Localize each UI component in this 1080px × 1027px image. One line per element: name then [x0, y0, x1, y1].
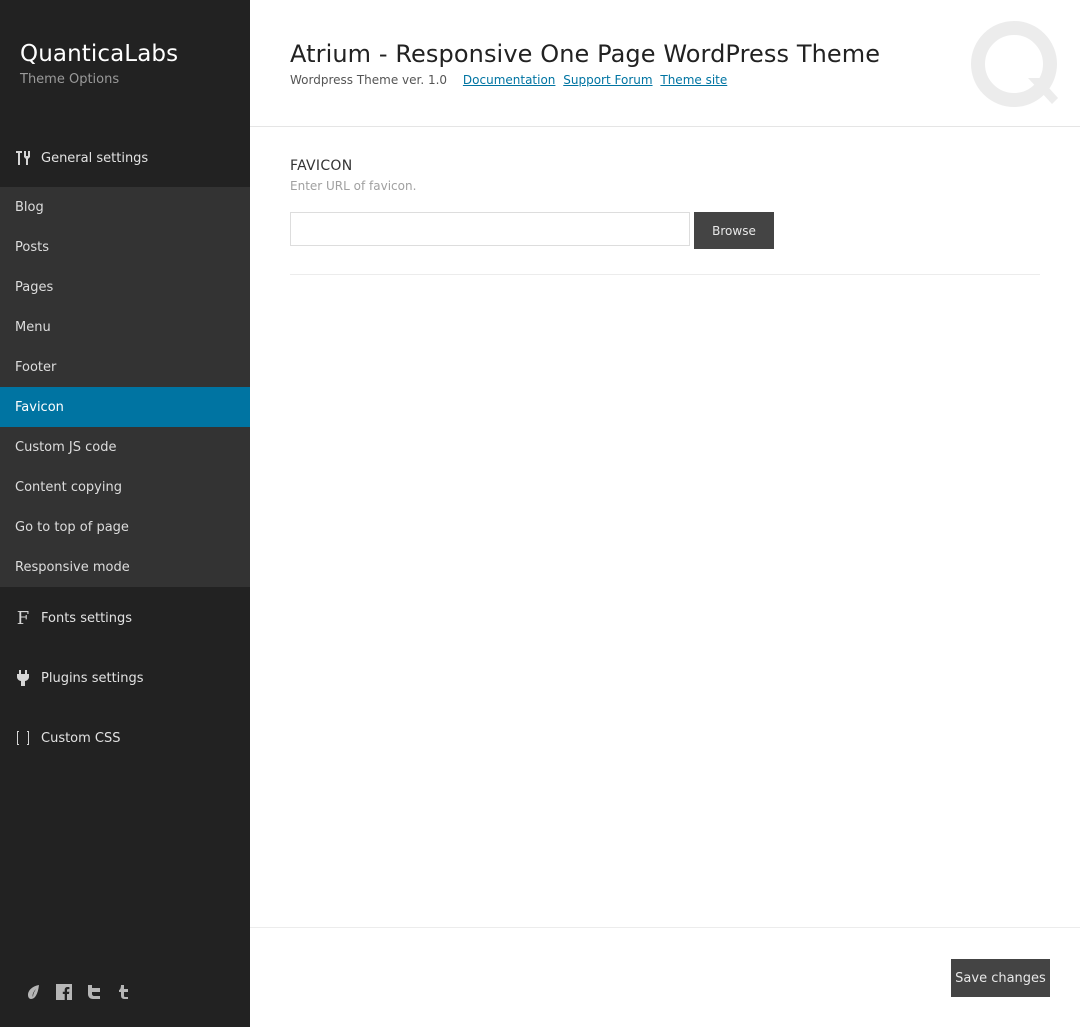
- menu-fonts-settings-label: Fonts settings: [41, 610, 133, 626]
- menu-fonts-settings[interactable]: F Fonts settings: [0, 588, 250, 648]
- sub-item-pages[interactable]: Pages: [0, 267, 250, 307]
- version-label: Wordpress Theme ver. 1.0: [290, 73, 448, 87]
- facebook-icon[interactable]: [56, 984, 72, 1000]
- quantica-logo-icon: [971, 21, 1058, 107]
- brand: QuanticaLabs Theme Options: [20, 40, 178, 87]
- favicon-input-row: Browse: [290, 212, 774, 249]
- favicon-url-input[interactable]: [290, 212, 690, 246]
- menu-plugins-settings-label: Plugins settings: [41, 670, 144, 686]
- page-title: Atrium - Responsive One Page WordPress T…: [290, 40, 881, 68]
- social-links: [26, 984, 132, 1000]
- footer: Save changes: [250, 927, 1080, 1027]
- brand-subtitle: Theme Options: [20, 72, 120, 87]
- tools-icon: [15, 150, 31, 166]
- brand-title: QuanticaLabs: [20, 41, 179, 67]
- support-forum-link[interactable]: Support Forum: [563, 73, 652, 87]
- field-description: Enter URL of favicon.: [290, 179, 417, 193]
- save-changes-button[interactable]: Save changes: [951, 959, 1050, 997]
- sub-item-content-copying[interactable]: Content copying: [0, 467, 250, 507]
- favicon-section: FAVICON Enter URL of favicon. Browse: [290, 158, 1040, 275]
- sub-menu: Blog Posts Pages Menu Footer Favicon Cus…: [0, 187, 250, 587]
- sub-item-favicon[interactable]: Favicon: [0, 387, 250, 427]
- header: Atrium - Responsive One Page WordPress T…: [250, 0, 1080, 127]
- menu-plugins-settings[interactable]: Plugins settings: [0, 648, 250, 708]
- divider: [290, 274, 1040, 275]
- header-meta: Wordpress Theme ver. 1.0 Documentation S…: [290, 73, 727, 87]
- theme-site-link[interactable]: Theme site: [660, 73, 727, 87]
- envato-icon[interactable]: [26, 984, 42, 1000]
- browse-button[interactable]: Browse: [694, 212, 774, 249]
- sub-item-responsive-mode[interactable]: Responsive mode: [0, 547, 250, 587]
- twitter-icon[interactable]: [86, 984, 102, 1000]
- sub-item-menu[interactable]: Menu: [0, 307, 250, 347]
- sub-item-blog[interactable]: Blog: [0, 187, 250, 227]
- font-icon: F: [16, 607, 30, 629]
- menu-custom-css-label: Custom CSS: [41, 730, 121, 746]
- sidebar: QuanticaLabs Theme Options General setti…: [0, 0, 250, 1027]
- braces-icon: [15, 730, 31, 746]
- plug-icon: [15, 670, 31, 686]
- sub-item-posts[interactable]: Posts: [0, 227, 250, 267]
- tumblr-icon[interactable]: [116, 984, 132, 1000]
- menu-general-settings[interactable]: General settings: [0, 128, 250, 188]
- documentation-link[interactable]: Documentation: [463, 73, 556, 87]
- field-title: FAVICON: [290, 158, 353, 174]
- sub-item-footer[interactable]: Footer: [0, 347, 250, 387]
- menu-general-settings-label: General settings: [41, 150, 149, 166]
- sub-item-custom-js-code[interactable]: Custom JS code: [0, 427, 250, 467]
- menu-custom-css[interactable]: Custom CSS: [0, 708, 250, 768]
- sub-item-go-to-top[interactable]: Go to top of page: [0, 507, 250, 547]
